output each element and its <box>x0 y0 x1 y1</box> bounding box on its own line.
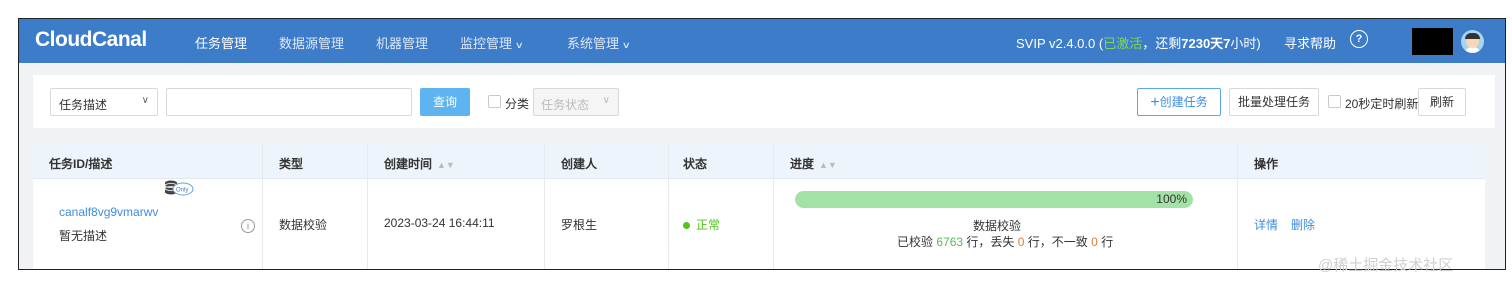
avatar[interactable] <box>1461 30 1484 53</box>
column-divider <box>544 143 545 269</box>
task-status-placeholder: 任务状态 <box>541 98 590 112</box>
top-nav: CloudCanal 任务管理 数据源管理 机器管理 监控管理 ∨ 系统管理 ∨ S… <box>19 19 1505 63</box>
task-creator: 罗根生 <box>561 218 598 232</box>
remaining-time: 7230天7 <box>1181 36 1231 51</box>
nav-task-management[interactable]: 任务管理 <box>195 33 247 52</box>
mismatch-count: 0 <box>1091 235 1098 249</box>
help-link[interactable]: 寻求帮助 <box>1284 33 1336 52</box>
sort-icon: ▲▼ <box>437 160 455 170</box>
chevron-down-icon: ∨ <box>621 40 631 50</box>
progress-bar-fill <box>795 191 1193 208</box>
header-progress[interactable]: 进度 ▲▼ <box>790 155 837 172</box>
delete-link[interactable]: 删除 <box>1291 216 1315 233</box>
nav-datasource-management[interactable]: 数据源管理 <box>279 33 344 52</box>
sort-icon: ▲▼ <box>819 160 837 170</box>
column-divider <box>773 143 774 269</box>
table-header: 任务ID/描述 类型 创建时间 ▲▼ 创建人 状态 进度 ▲▼ 操作 <box>33 143 1485 179</box>
chevron-down-icon: ∨ <box>141 95 149 106</box>
nav-machine-management[interactable]: 机器管理 <box>376 33 428 52</box>
column-divider <box>367 143 368 269</box>
status-dot-icon <box>683 222 690 230</box>
status-badge: 正常 <box>683 216 720 233</box>
details-link[interactable]: 详情 <box>1254 216 1278 233</box>
checked-count: 6763 <box>936 235 964 249</box>
category-checkbox[interactable] <box>488 95 501 108</box>
task-description: 暂无描述 <box>59 229 108 243</box>
progress-bar: 100% <box>795 191 1193 208</box>
avatar-hair <box>1465 33 1480 39</box>
redacted-username <box>1412 28 1453 55</box>
nav-system-label: 系统管理 <box>567 36 620 51</box>
filter-toolbar: 任务描述 ∨ 查询 分类 任务状态 ∨ +创建任务 批量处理任务 20秒定时刷新… <box>33 75 1495 128</box>
header-created-at[interactable]: 创建时间 ▲▼ <box>384 155 455 172</box>
app-window: CloudCanal 任务管理 数据源管理 机器管理 监控管理 ∨ 系统管理 ∨ S… <box>18 18 1506 270</box>
plus-icon: + <box>1150 94 1160 111</box>
header-task-id: 任务ID/描述 <box>49 157 113 171</box>
cloudcanal-logo[interactable]: CloudCanal <box>35 28 147 52</box>
header-type: 类型 <box>279 157 304 171</box>
filter-field-select[interactable]: 任务描述 ∨ <box>50 88 158 116</box>
svg-text:Only: Only <box>176 188 188 194</box>
auto-refresh-checkbox[interactable] <box>1328 95 1341 108</box>
chevron-down-icon: ∨ <box>514 40 524 50</box>
column-divider <box>1237 143 1238 269</box>
progress-detail: 已校验 6763 行，丢失 0 行，不一致 0 行 <box>897 235 1114 249</box>
nav-monitor-label: 监控管理 <box>460 36 513 51</box>
info-icon[interactable]: i <box>241 219 255 233</box>
database-icon: Only <box>164 180 194 196</box>
task-created-at: 2023-03-24 16:44:11 <box>384 216 495 230</box>
chevron-down-icon: ∨ <box>602 95 610 106</box>
task-table: 任务ID/描述 类型 创建时间 ▲▼ 创建人 状态 进度 ▲▼ 操作 canalf8… <box>33 143 1485 269</box>
column-divider <box>668 143 669 269</box>
header-status: 状态 <box>683 157 708 171</box>
task-type: 数据校验 <box>279 218 328 232</box>
task-id-link[interactable]: canalf8vg9vmarwv <box>59 205 158 219</box>
task-status-select[interactable]: 任务状态 ∨ <box>533 88 619 116</box>
batch-process-button[interactable]: 批量处理任务 <box>1229 88 1319 116</box>
column-divider <box>262 143 263 269</box>
header-actions: 操作 <box>1254 157 1279 171</box>
nav-monitor-management[interactable]: 监控管理 ∨ <box>460 33 524 52</box>
create-task-button[interactable]: +创建任务 <box>1137 88 1221 116</box>
filter-field-value: 任务描述 <box>59 98 108 112</box>
watermark: @稀土掘金技术社区 <box>1318 257 1454 274</box>
license-info: SVIP v2.4.0.0 (已激活，还剩7230天7小时) <box>1016 36 1261 51</box>
auto-refresh-label: 20秒定时刷新 <box>1345 97 1419 111</box>
progress-percent-label: 100% <box>1156 192 1187 206</box>
version-label: SVIP v2.4.0.0 <box>1016 36 1096 51</box>
query-button[interactable]: 查询 <box>420 88 470 116</box>
header-creator: 创建人 <box>561 157 598 171</box>
activated-label: 已激活 <box>1103 36 1143 51</box>
nav-system-management[interactable]: 系统管理 ∨ <box>567 33 631 52</box>
refresh-button[interactable]: 刷新 <box>1418 88 1466 116</box>
search-input[interactable] <box>166 88 412 116</box>
question-icon[interactable]: ? <box>1350 30 1368 48</box>
category-label: 分类 <box>505 97 530 111</box>
progress-title: 数据校验 <box>973 219 1022 233</box>
lost-count: 0 <box>1017 235 1025 249</box>
